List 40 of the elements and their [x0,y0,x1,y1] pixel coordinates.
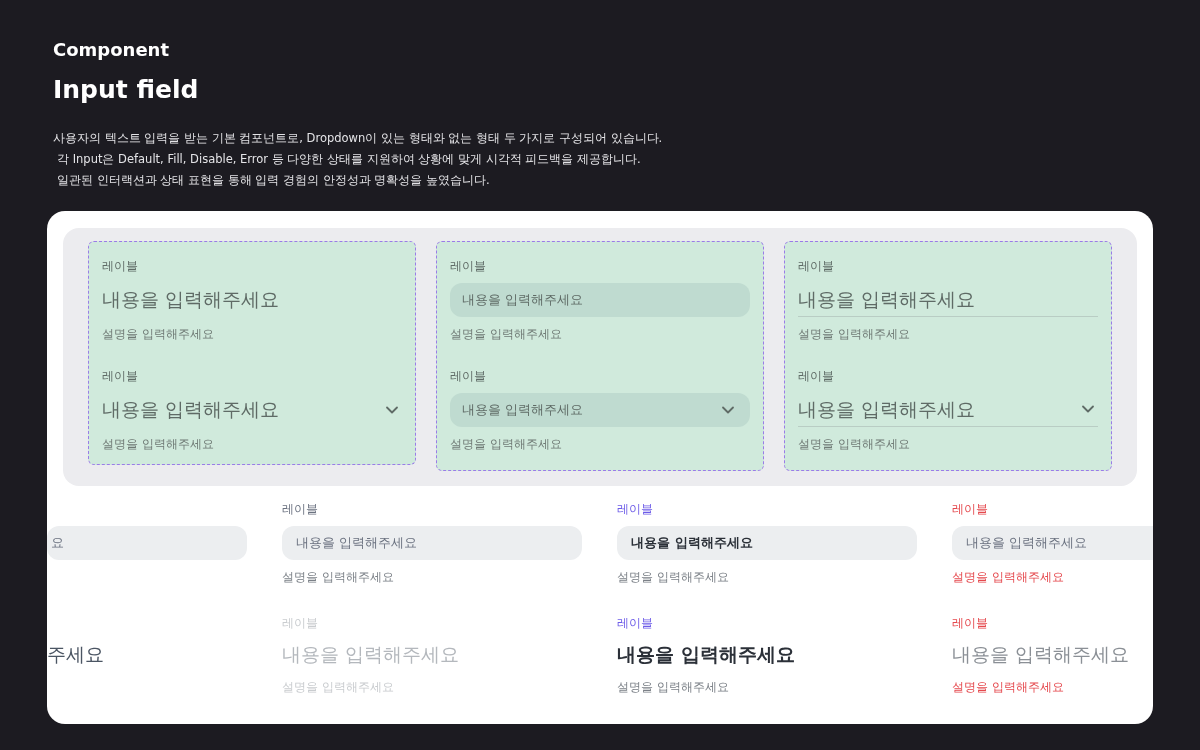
dropdown-field[interactable]: 내용을 입력해주세요 [798,392,1098,427]
field-label: 레이블 [952,500,989,517]
section-eyebrow: Component [53,38,171,62]
description-text: 사용자의 텍스트 입력을 받는 기본 컴포넌트로, Dropdown이 있는 형태와 없는 형태 두 가지로 구성되어 있습니다. [53,129,664,147]
field-description: 설명을 입력해주세요 [450,325,563,343]
input-field[interactable]: 내용을 입력해주세요 [450,282,750,317]
input-field[interactable]: 내용을 입력해주세요 [952,525,1153,560]
field-label: 레이블 [617,500,654,517]
field-label: 레이블 [450,257,487,275]
input-field[interactable]: 내용을 입력해주세요 [798,282,1098,317]
field-label: 레이블 [798,367,835,385]
field-description: 설명을 입력해주세요 [102,325,215,343]
description-text: 일관된 인터랙션과 상태 표현을 통해 입력 경험의 안정성과 명확성을 높였습니다. [56,171,491,189]
field-description: 설명을 입력해주세요 [617,678,730,696]
field-description: 설명을 입력해주세요 [450,435,563,453]
field-description: 설명을 입력해주세요 [952,678,1065,696]
field-label: 레이블 [102,367,139,385]
field-label: 레이블 [952,614,989,631]
input-field[interactable]: 주세요 [47,639,247,670]
field-description: 설명을 입력해주세요 [617,568,730,586]
field-description: 설명을 입력해주세요 [798,325,911,343]
field-description: 설명을 입력해주세요 [798,435,911,453]
input-field[interactable]: 내용을 입력해주세요 [617,639,917,670]
input-field[interactable]: 내용을 입력해주세요 [617,525,917,560]
field-label: 레이블 [798,257,835,275]
dropdown-field[interactable]: 내용을 입력해주세요 [450,392,750,427]
dropdown-field[interactable]: 내용을 입력해주세요 [102,392,402,427]
input-field[interactable]: 내용을 입력해주세요 [952,639,1153,670]
input-field[interactable]: 요 [47,525,247,560]
description-text: 각 Input은 Default, Fill, Disable, Error 등 다양한 상태를 지원하여 상황에 맞게 시각적 피드백을 제공합니다. [56,150,642,168]
field-label: 레이블 [617,614,654,631]
field-label: 레이블 [450,367,487,385]
field-label: 레이블 [282,500,319,517]
field-label: 레이블 [102,257,139,275]
field-description: 설명을 입력해주세요 [102,435,215,453]
field-description: 설명을 입력해주세요 [952,568,1065,586]
input-field[interactable]: 내용을 입력해주세요 [282,525,582,560]
field-description: 설명을 입력해주세요 [282,568,395,586]
input-field[interactable]: 내용을 입력해주세요 [102,282,402,317]
page-title: Input field [53,74,200,106]
